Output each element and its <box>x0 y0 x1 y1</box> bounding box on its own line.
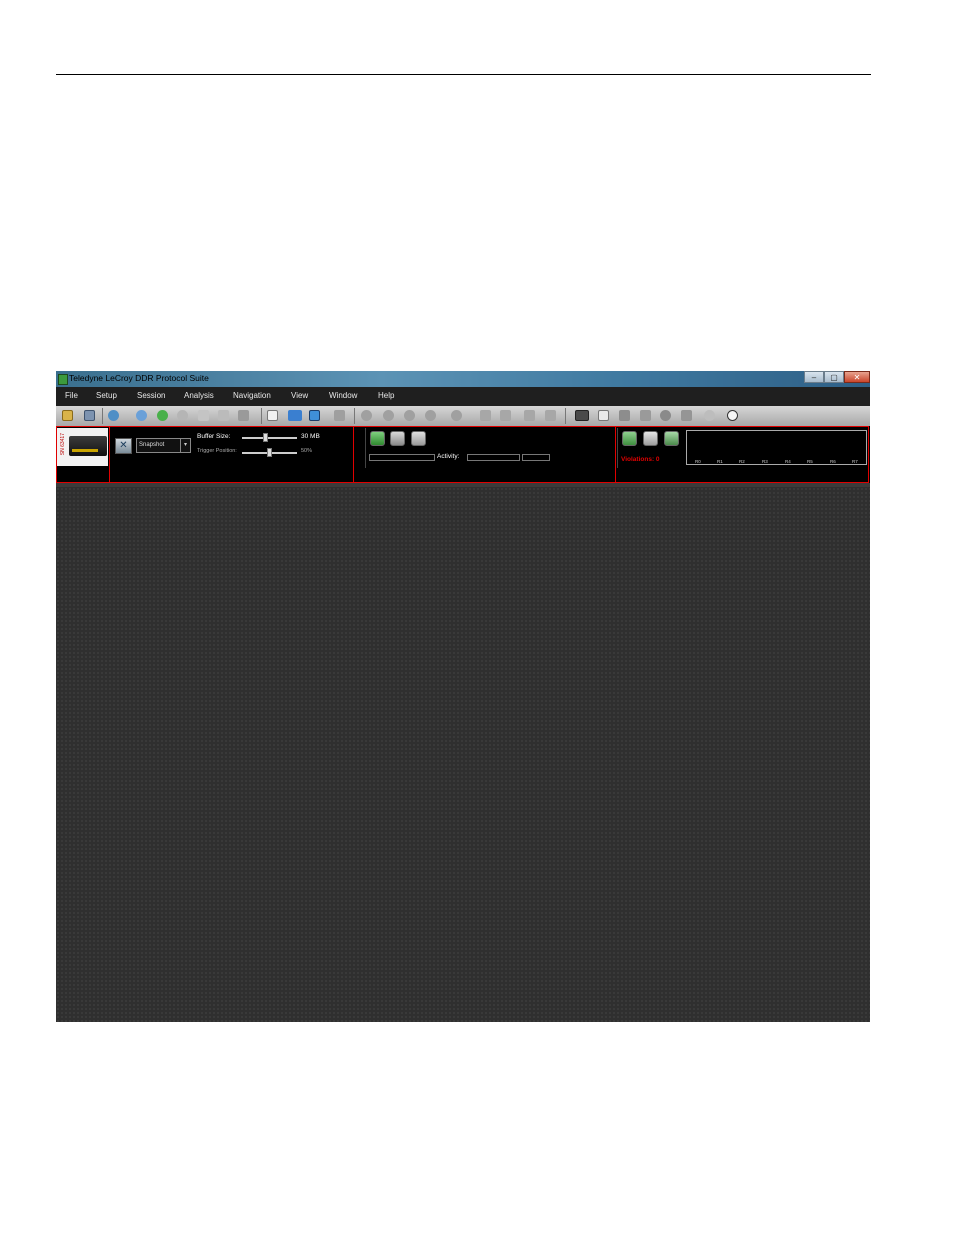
toolbar-separator <box>261 408 262 424</box>
find-prev-icon[interactable] <box>451 410 462 421</box>
menu-help[interactable]: Help <box>378 391 394 400</box>
callout-recording-section <box>353 426 616 483</box>
restore-button[interactable]: ▢ <box>824 371 844 383</box>
menu-view[interactable]: View <box>291 391 308 400</box>
menu-window[interactable]: Window <box>329 391 357 400</box>
link-icon[interactable] <box>136 410 147 421</box>
go-icon[interactable] <box>157 410 168 421</box>
grid-icon[interactable] <box>619 410 630 421</box>
app-icon <box>58 374 68 385</box>
window-controls: – ▢ ✕ <box>804 371 870 384</box>
hand-icon[interactable] <box>198 410 209 421</box>
open-folder-icon[interactable] <box>62 410 73 421</box>
export-icon[interactable] <box>545 410 556 421</box>
arrow-right-icon[interactable] <box>500 410 511 421</box>
filter-icon[interactable] <box>640 410 651 421</box>
upload-icon[interactable] <box>238 410 249 421</box>
window-title: Teledyne LeCroy DDR Protocol Suite <box>69 373 209 383</box>
workspace-top-strip <box>56 483 870 487</box>
setup-wizard-icon[interactable] <box>108 410 119 421</box>
toolbar-separator <box>102 408 103 424</box>
arrow-left-icon[interactable] <box>480 410 491 421</box>
search-back-icon[interactable] <box>361 410 372 421</box>
refresh-icon[interactable] <box>704 410 715 421</box>
menu-navigation[interactable]: Navigation <box>233 391 271 400</box>
tools-icon[interactable] <box>681 410 692 421</box>
main-toolbar <box>56 406 870 426</box>
monitor-icon[interactable] <box>575 410 589 421</box>
info-icon[interactable] <box>727 410 738 421</box>
trigger-icon[interactable] <box>218 410 229 421</box>
report-icon[interactable] <box>598 410 609 421</box>
menu-analysis[interactable]: Analysis <box>184 391 214 400</box>
globe-icon[interactable] <box>309 410 320 421</box>
toolbar-separator <box>565 408 566 424</box>
callout-verification-section <box>615 426 869 483</box>
application-window: Teledyne LeCroy DDR Protocol Suite – ▢ ✕… <box>56 371 870 1022</box>
bookmark-icon[interactable] <box>524 410 535 421</box>
save-icon[interactable] <box>84 410 95 421</box>
toolbar-separator <box>354 408 355 424</box>
menu-session[interactable]: Session <box>137 391 165 400</box>
callout-device-section <box>56 426 110 483</box>
settings-icon[interactable] <box>660 410 671 421</box>
menu-file[interactable]: File <box>65 391 78 400</box>
callout-capture-settings-section <box>109 426 354 483</box>
close-button[interactable]: ✕ <box>844 371 870 383</box>
stop-icon[interactable] <box>177 410 188 421</box>
title-bar: Teledyne LeCroy DDR Protocol Suite – ▢ ✕ <box>56 371 870 387</box>
search-icon[interactable] <box>383 410 394 421</box>
main-workspace <box>56 483 870 1022</box>
def-icon[interactable] <box>288 410 302 421</box>
minimize-button[interactable]: – <box>804 371 824 383</box>
menu-bar: File Setup Session Analysis Navigation V… <box>56 387 870 406</box>
document-icon[interactable] <box>267 410 278 421</box>
find-next-icon[interactable] <box>425 410 436 421</box>
layout-icon[interactable] <box>334 410 345 421</box>
page-top-rule <box>56 74 871 75</box>
menu-setup[interactable]: Setup <box>96 391 117 400</box>
search-forward-icon[interactable] <box>404 410 415 421</box>
